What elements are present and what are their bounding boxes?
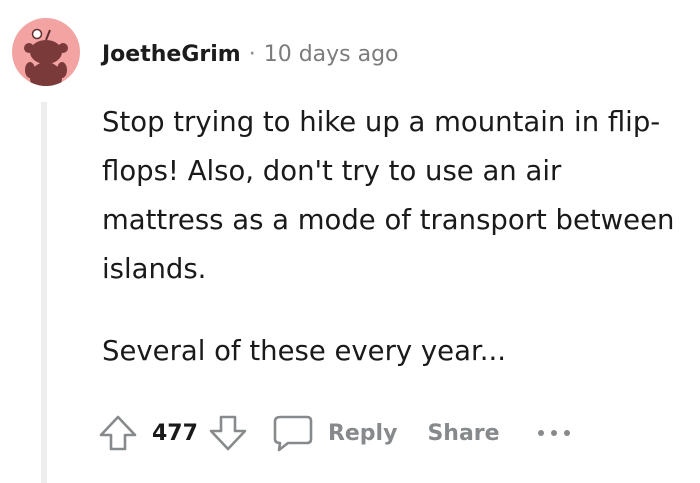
- comment-action-bar: 477 Reply Share: [98, 410, 572, 456]
- upvote-button[interactable]: [98, 413, 138, 453]
- speech-bubble-icon: [273, 415, 313, 452]
- comment-paragraph: Several of these every year...: [102, 335, 506, 367]
- more-options-icon: [537, 429, 570, 436]
- comment-timestamp[interactable]: 10 days ago: [264, 42, 399, 67]
- thread-collapse-line[interactable]: [41, 102, 47, 483]
- downvote-button[interactable]: [208, 413, 248, 453]
- reply-button[interactable]: Reply: [272, 413, 398, 453]
- snoo-avatar-icon: [24, 28, 68, 86]
- share-button[interactable]: Share: [427, 421, 499, 446]
- username-link[interactable]: JoetheGrim: [102, 42, 241, 67]
- comment-header: JoetheGrim · 10 days ago: [102, 36, 399, 72]
- upvote-arrow-icon: [99, 415, 137, 451]
- meta-separator: ·: [248, 41, 256, 67]
- comment-paragraph: Stop trying to hike up a mountain in fli…: [102, 106, 675, 285]
- vote-count: 477: [152, 420, 198, 446]
- more-options-button[interactable]: [536, 424, 572, 443]
- downvote-arrow-icon: [209, 415, 247, 451]
- avatar[interactable]: [12, 18, 80, 86]
- reply-label: Reply: [327, 420, 398, 446]
- comment-body: Stop trying to hike up a mountain in fli…: [102, 98, 682, 376]
